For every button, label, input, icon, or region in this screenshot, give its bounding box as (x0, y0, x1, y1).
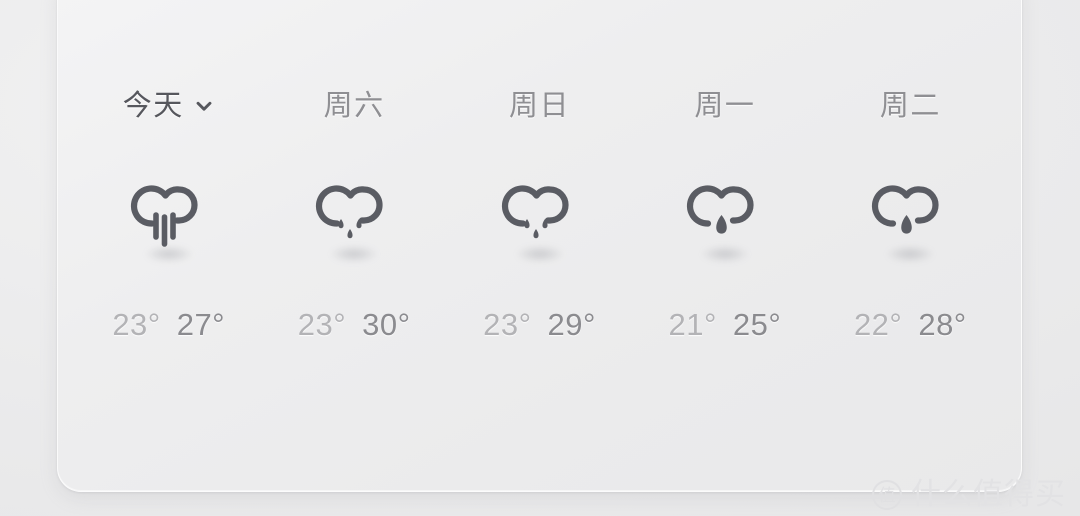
weather-icon-cloud-single-drop (677, 165, 773, 265)
watermark-badge: 值 (872, 480, 902, 510)
day-header: 周一 (694, 89, 755, 123)
temp-low: 23° (297, 307, 347, 342)
temp-high: 29° (547, 307, 596, 342)
temp-low: 23° (483, 307, 532, 342)
forecast-day-column[interactable]: 周一 21° 25° (632, 1, 817, 491)
weather-icon-cloud-drizzle (492, 165, 588, 265)
temperature-range: 23° 29° (483, 309, 596, 340)
forecast-day-column[interactable]: 周六 23° 30° (261, 1, 446, 491)
chevron-down-icon[interactable] (193, 95, 215, 117)
day-header: 周二 (880, 89, 941, 123)
day-label: 周二 (879, 89, 941, 122)
weather-icon-cloud-heavy-rain (121, 165, 217, 265)
temperature-range: 22° 28° (854, 309, 967, 340)
temp-high: 25° (732, 307, 782, 342)
cloud-heavy-rain-icon (130, 185, 198, 247)
temp-low: 22° (853, 307, 903, 342)
day-label: 周六 (323, 89, 385, 122)
today-selector[interactable]: 今天 (123, 89, 215, 123)
temp-low: 21° (668, 307, 717, 342)
temp-high: 28° (918, 307, 967, 342)
watermark-text: 什么值得买 (911, 478, 1066, 511)
forecast-day-column[interactable]: 今天 23° 27° (76, 1, 261, 491)
cloud-drizzle-icon (501, 185, 569, 239)
cloud-drizzle-icon (316, 185, 383, 239)
temperature-range: 21° 25° (669, 309, 782, 340)
weather-icon-cloud-drizzle (306, 165, 402, 265)
weather-widget-screen: 今天 23° 27° 周六 23° 30° 周日 23° 29° 周一 21° … (0, 0, 1080, 516)
forecast-day-column[interactable]: 周日 23° 29° (447, 1, 632, 491)
temp-high: 27° (176, 307, 226, 342)
temperature-range: 23° 27° (112, 309, 225, 340)
temp-low: 23° (112, 307, 161, 342)
cloud-single-drop-icon (686, 185, 754, 234)
watermark: 值 什么值得买 (872, 480, 1066, 510)
day-label: 周一 (694, 89, 756, 122)
forecast-day-list: 今天 23° 27° 周六 23° 30° 周日 23° 29° 周一 21° … (58, 1, 1021, 491)
day-header: 周日 (509, 89, 570, 123)
forecast-day-column[interactable]: 周二 22° 28° (818, 1, 1003, 491)
temperature-range: 23° 30° (298, 309, 411, 340)
forecast-card: 今天 23° 27° 周六 23° 30° 周日 23° 29° 周一 21° … (57, 0, 1022, 492)
day-label: 周日 (509, 89, 571, 122)
cloud-single-drop-icon (872, 185, 939, 234)
temp-high: 30° (362, 307, 411, 342)
day-header: 周六 (324, 89, 385, 123)
day-label: 今天 (122, 89, 184, 122)
weather-icon-cloud-single-drop (862, 165, 958, 265)
